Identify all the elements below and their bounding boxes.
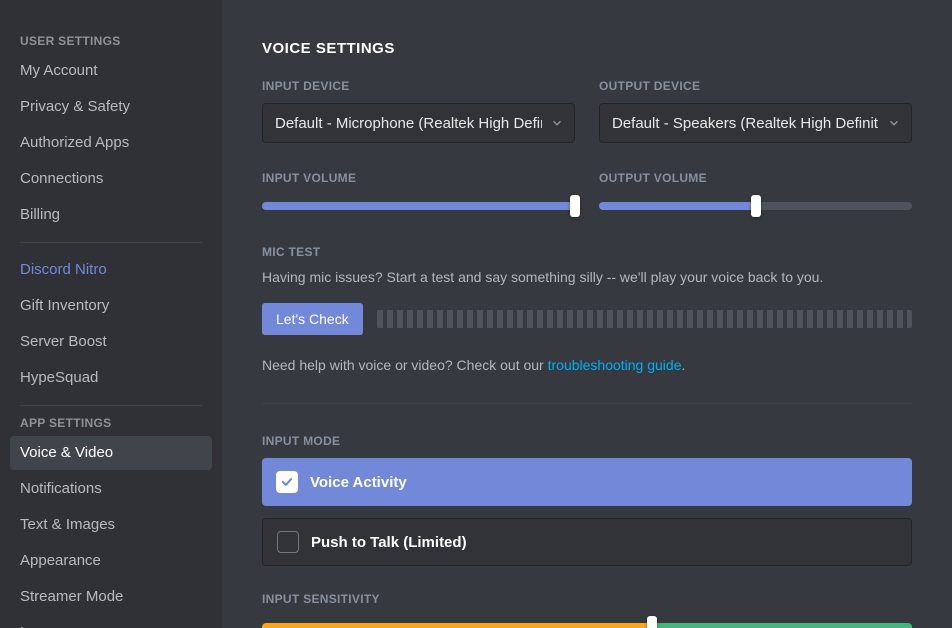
checkbox-checked-icon bbox=[276, 471, 298, 493]
sidebar-item-server-boost[interactable]: Server Boost bbox=[10, 325, 212, 359]
mic-test-label: MIC TEST bbox=[262, 245, 912, 259]
lets-check-button[interactable]: Let's Check bbox=[262, 303, 363, 335]
slider-thumb[interactable] bbox=[647, 616, 657, 628]
section-divider bbox=[262, 403, 912, 404]
input-sensitivity-label: INPUT SENSITIVITY bbox=[262, 592, 912, 606]
sidebar-section-app-settings: APP SETTINGS bbox=[10, 416, 212, 436]
sidebar-item-voice-video[interactable]: Voice & Video bbox=[10, 436, 212, 470]
chevron-down-icon bbox=[550, 116, 564, 130]
slider-thumb[interactable] bbox=[751, 195, 761, 217]
sidebar-section-user-settings: USER SETTINGS bbox=[10, 34, 212, 54]
sidebar-divider bbox=[20, 405, 202, 406]
output-device-select[interactable]: Default - Speakers (Realtek High Definit… bbox=[599, 103, 912, 143]
output-volume-label: OUTPUT VOLUME bbox=[599, 171, 912, 185]
input-volume-slider[interactable] bbox=[262, 195, 575, 217]
input-device-label: INPUT DEVICE bbox=[262, 79, 575, 93]
input-device-value: Default - Microphone (Realtek High Defin… bbox=[275, 115, 542, 132]
sidebar-item-appearance[interactable]: Appearance bbox=[10, 544, 212, 578]
input-volume-label: INPUT VOLUME bbox=[262, 171, 575, 185]
output-device-label: OUTPUT DEVICE bbox=[599, 79, 912, 93]
sidebar-item-notifications[interactable]: Notifications bbox=[10, 472, 212, 506]
input-sensitivity-slider[interactable] bbox=[262, 616, 912, 628]
input-mode-push-to-talk[interactable]: Push to Talk (Limited) bbox=[262, 518, 912, 566]
sidebar-item-language[interactable]: Language bbox=[10, 616, 212, 628]
mode-label: Voice Activity bbox=[310, 474, 407, 491]
sidebar-item-connections[interactable]: Connections bbox=[10, 162, 212, 196]
sidebar-item-discord-nitro[interactable]: Discord Nitro bbox=[10, 253, 212, 287]
sidebar-item-gift-inventory[interactable]: Gift Inventory bbox=[10, 289, 212, 323]
output-volume-slider[interactable] bbox=[599, 195, 912, 217]
sidebar-item-authorized-apps[interactable]: Authorized Apps bbox=[10, 126, 212, 160]
settings-sidebar: USER SETTINGS My Account Privacy & Safet… bbox=[0, 0, 222, 628]
chevron-down-icon bbox=[887, 116, 901, 130]
page-title: VOICE SETTINGS bbox=[262, 40, 912, 57]
sidebar-item-text-images[interactable]: Text & Images bbox=[10, 508, 212, 542]
mic-test-description: Having mic issues? Start a test and say … bbox=[262, 269, 912, 285]
mode-label: Push to Talk (Limited) bbox=[311, 534, 467, 551]
settings-content: VOICE SETTINGS INPUT DEVICE Default - Mi… bbox=[222, 0, 952, 628]
output-device-value: Default - Speakers (Realtek High Definit… bbox=[612, 115, 879, 132]
sidebar-item-my-account[interactable]: My Account bbox=[10, 54, 212, 88]
input-device-select[interactable]: Default - Microphone (Realtek High Defin… bbox=[262, 103, 575, 143]
troubleshooting-link[interactable]: troubleshooting guide bbox=[548, 357, 682, 373]
input-mode-voice-activity[interactable]: Voice Activity bbox=[262, 458, 912, 506]
sidebar-divider bbox=[20, 242, 202, 243]
input-mode-label: INPUT MODE bbox=[262, 434, 912, 448]
sidebar-item-hypesquad[interactable]: HypeSquad bbox=[10, 361, 212, 395]
help-text: Need help with voice or video? Check out… bbox=[262, 357, 912, 373]
sidebar-item-privacy-safety[interactable]: Privacy & Safety bbox=[10, 90, 212, 124]
sidebar-item-streamer-mode[interactable]: Streamer Mode bbox=[10, 580, 212, 614]
mic-level-meter bbox=[377, 310, 912, 328]
checkbox-unchecked-icon bbox=[277, 531, 299, 553]
sidebar-item-billing[interactable]: Billing bbox=[10, 198, 212, 232]
slider-thumb[interactable] bbox=[570, 195, 580, 217]
